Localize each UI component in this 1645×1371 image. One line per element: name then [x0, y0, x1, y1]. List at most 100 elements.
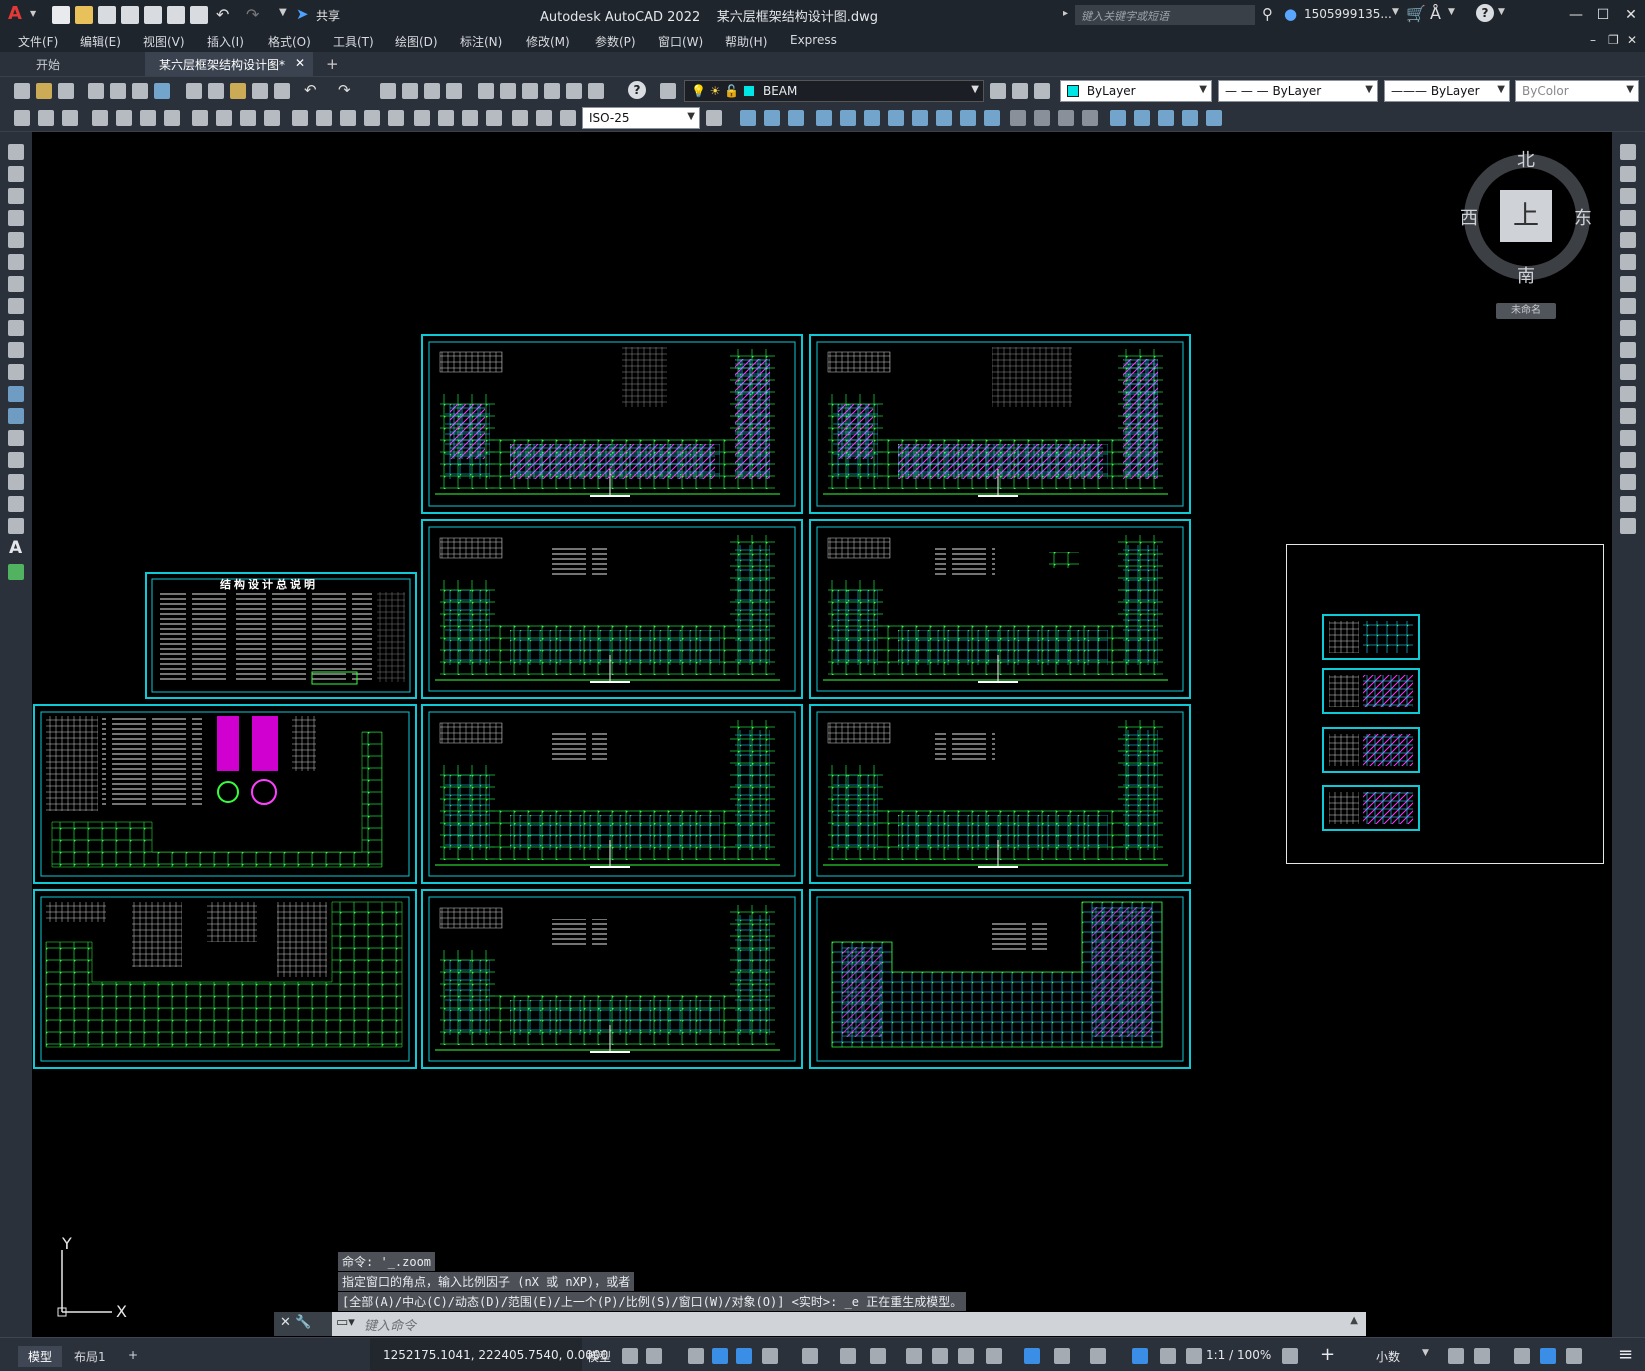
menu-draw[interactable]: 绘图(D) — [395, 33, 438, 50]
units-dropdown-icon[interactable]: ▼ — [1422, 1348, 1429, 1358]
menu-file[interactable]: 文件(F) — [18, 33, 58, 50]
menu-view[interactable]: 视图(V) — [143, 33, 185, 50]
explode-icon[interactable] — [1620, 518, 1636, 534]
subtract-icon[interactable] — [788, 110, 804, 126]
extend-icon[interactable] — [1620, 364, 1636, 380]
design-center-icon[interactable] — [500, 83, 516, 99]
command-input[interactable]: ✕ 🔧 ▭▾ 键入命令 ▲ — [274, 1312, 1366, 1336]
search-icon[interactable]: ⚲ — [1262, 5, 1273, 23]
center-mark-icon[interactable] — [438, 110, 454, 126]
wcs-menu[interactable]: 未命名 — [1496, 303, 1556, 319]
lock-ui-icon[interactable] — [1474, 1348, 1490, 1364]
cleanup-icon[interactable] — [14, 110, 30, 126]
quickcalc-icon[interactable] — [588, 83, 604, 99]
interfere-icon[interactable] — [984, 110, 1000, 126]
plotstyle-select[interactable]: ByColor ▼ — [1515, 80, 1639, 102]
layer-previous-icon[interactable] — [1012, 83, 1028, 99]
spline-icon[interactable] — [8, 320, 24, 336]
auto-scale-icon[interactable] — [1160, 1348, 1176, 1364]
baseline-dim-icon[interactable] — [316, 110, 332, 126]
markup-icon[interactable] — [566, 83, 582, 99]
app-menu-chevron-icon[interactable]: ▼ — [30, 9, 36, 18]
annotation-visibility-icon[interactable] — [1132, 1348, 1148, 1364]
move-gizmo-icon[interactable] — [840, 110, 856, 126]
layer-state-icon[interactable] — [1034, 83, 1050, 99]
publish-icon[interactable] — [132, 83, 148, 99]
annotation-monitor-icon[interactable]: + — [1320, 1344, 1335, 1365]
open-icon[interactable] — [36, 83, 52, 99]
copy-icon[interactable] — [208, 83, 224, 99]
minimize-icon[interactable]: — — [1565, 4, 1587, 26]
point-icon[interactable] — [8, 430, 24, 446]
app-dropdown-icon[interactable]: ▼ — [1448, 7, 1455, 17]
aligned-dim-icon[interactable] — [116, 110, 132, 126]
multiline-text-icon[interactable]: A — [9, 538, 22, 558]
color-select[interactable]: ByLayer ▼ — [1060, 80, 1212, 102]
transparency-icon[interactable] — [932, 1348, 948, 1364]
maximize-icon[interactable]: ☐ — [1592, 4, 1614, 26]
layer-select[interactable]: 💡 ☀ 🔓 BEAM ▼ — [684, 80, 984, 102]
annotation-scale-value[interactable]: 1:1 / 100% — [1206, 1348, 1271, 1362]
realistic-icon[interactable] — [1058, 110, 1074, 126]
zoom-window-icon[interactable] — [424, 83, 440, 99]
arc-length-icon[interactable] — [140, 110, 156, 126]
snap-icon[interactable] — [646, 1348, 662, 1364]
continue-dim-icon[interactable] — [340, 110, 356, 126]
cut-icon[interactable] — [186, 83, 202, 99]
plot-icon[interactable] — [88, 83, 104, 99]
construction-line-icon[interactable] — [8, 166, 24, 182]
lineweight-icon[interactable] — [906, 1348, 922, 1364]
line-icon[interactable] — [8, 144, 24, 160]
cart-icon[interactable]: 🛒 — [1406, 4, 1426, 23]
viewcube-north-label[interactable]: 北 — [1517, 146, 1535, 172]
share-icon[interactable]: ➤ — [296, 5, 309, 23]
union-icon[interactable] — [764, 110, 780, 126]
tolerance-icon[interactable] — [414, 110, 430, 126]
tab-close-icon[interactable]: ✕ — [295, 56, 305, 70]
add-selected-icon[interactable] — [8, 564, 24, 580]
arc-icon[interactable] — [8, 254, 24, 270]
polar-tracking-icon[interactable] — [762, 1348, 778, 1364]
lights-icon[interactable] — [1158, 110, 1174, 126]
gradient-icon[interactable] — [8, 474, 24, 490]
layer-walk-icon[interactable] — [38, 110, 54, 126]
3d-object-snap-icon[interactable] — [986, 1348, 1002, 1364]
menu-help[interactable]: 帮助(H) — [725, 33, 767, 50]
wrench-icon[interactable]: 🔧 — [295, 1315, 311, 1330]
dim-text-edit-icon[interactable] — [536, 110, 552, 126]
chamfer-icon[interactable] — [1620, 452, 1636, 468]
make-current-layer-icon[interactable] — [990, 83, 1006, 99]
visual-style-icon[interactable] — [1010, 110, 1026, 126]
jogged-dim-icon[interactable] — [216, 110, 232, 126]
mirror-icon[interactable] — [1620, 188, 1636, 204]
dynamic-ucs-icon[interactable] — [1024, 1348, 1040, 1364]
selection-cycling-icon[interactable] — [958, 1348, 974, 1364]
dim-edit-icon[interactable] — [512, 110, 528, 126]
graphics-performance-icon[interactable] — [1540, 1348, 1556, 1364]
search-expand-icon[interactable]: ▸ — [1063, 8, 1068, 19]
offset-icon[interactable] — [1620, 210, 1636, 226]
model-space-toggle[interactable]: 模型 — [587, 1348, 611, 1365]
lineweight-select[interactable]: ——— ByLayer ▼ — [1384, 80, 1510, 102]
save-icon[interactable] — [98, 6, 116, 24]
diameter-dim-icon[interactable] — [240, 110, 256, 126]
break-at-point-icon[interactable] — [1620, 386, 1636, 402]
dim-break-icon[interactable] — [388, 110, 404, 126]
render-icon[interactable] — [1110, 110, 1126, 126]
annotation-scale-icon[interactable] — [1186, 1348, 1202, 1364]
save-as-icon[interactable] — [121, 6, 139, 24]
search-input[interactable]: 键入关键字或短语 — [1075, 5, 1255, 25]
tab-model[interactable]: 模型 — [18, 1346, 63, 1367]
extrude-icon[interactable] — [816, 110, 832, 126]
viewcube-west-label[interactable]: 西 — [1460, 204, 1478, 230]
polygon-icon[interactable] — [8, 210, 24, 226]
3d-dwf-icon[interactable] — [154, 83, 170, 99]
quick-dim-icon[interactable] — [292, 110, 308, 126]
erase-icon[interactable] — [1620, 144, 1636, 160]
dim-space-icon[interactable] — [364, 110, 380, 126]
customization-menu-icon[interactable]: ≡ — [1618, 1344, 1633, 1365]
help-icon[interactable]: ? — [1476, 4, 1494, 22]
hatch-icon[interactable] — [8, 452, 24, 468]
help-icon[interactable]: ? — [628, 81, 646, 99]
plot-icon[interactable] — [190, 6, 208, 24]
